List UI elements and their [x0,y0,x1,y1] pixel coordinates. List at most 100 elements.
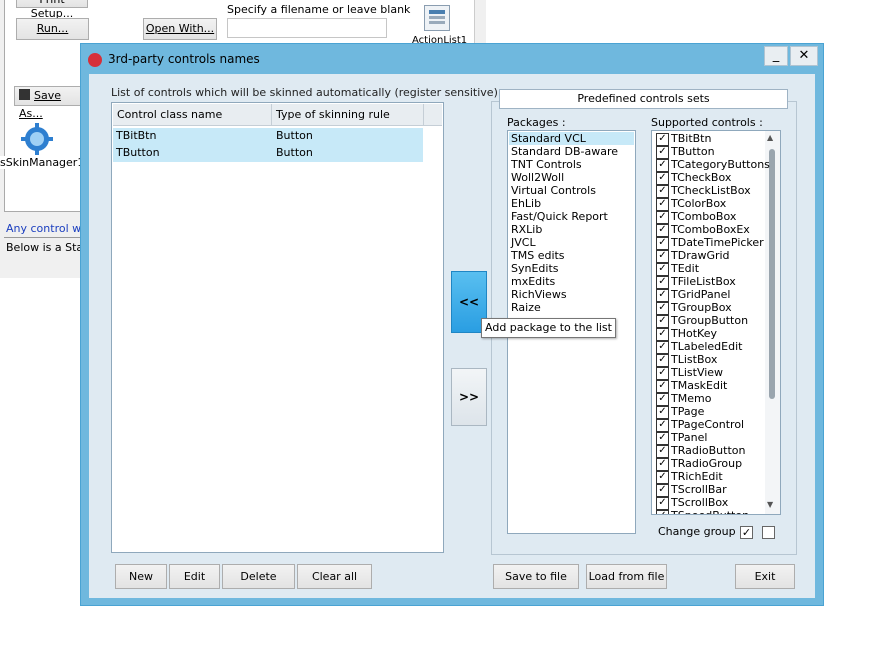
supported-item-label: TPage [671,405,705,418]
package-item[interactable]: TMS edits [509,249,634,262]
supported-scrollbar[interactable]: ▲ ▼ [765,131,780,514]
supported-item-label: TCheckBox [671,171,732,184]
background-scrollbar[interactable] [474,0,486,44]
change-group-checkbox-off[interactable] [762,526,775,539]
exit-button[interactable]: Exit [735,564,795,589]
supported-item[interactable]: ✓ TBitBtn [652,132,764,146]
supported-item[interactable]: ✓TSpeedButton [652,509,764,514]
supported-item[interactable]: ✓ TCheckBox [652,171,764,185]
skin-manager-label: sSkinManager1 [0,156,85,169]
package-item[interactable]: Virtual Controls [509,184,634,197]
supported-item[interactable]: ✓ TDrawGrid [652,249,764,263]
action-list-icon[interactable] [424,5,450,31]
supported-item-label: TPanel [671,431,708,444]
supported-item[interactable]: ✓ TPageControl [652,418,764,432]
supported-item[interactable]: ✓ TColorBox [652,197,764,211]
supported-item[interactable]: ✓ TGroupButton [652,314,764,328]
new-button[interactable]: New [115,564,167,589]
filename-hint-label: Specify a filename or leave blank [227,3,411,16]
supported-item-label: TBitBtn [671,132,712,145]
package-item[interactable]: RichViews [509,288,634,301]
supported-item[interactable]: ✓ TButton [652,145,764,159]
row-class-name: TButton [116,146,160,159]
supported-item[interactable]: ✓ TScrollBar [652,483,764,497]
supported-item[interactable]: ✓ TGroupBox [652,301,764,315]
supported-item-label: THotKey [671,327,717,340]
supported-item[interactable]: ✓ TRadioGroup [652,457,764,471]
package-item[interactable]: Standard DB-aware [509,145,634,158]
column-header-class-name[interactable]: Control class name [113,104,272,126]
package-item[interactable]: TNT Controls [509,158,634,171]
supported-item-label: TRadioButton [671,444,746,457]
controls-table[interactable]: Control class name Type of skinning rule… [111,102,444,553]
supported-item-label: TListView [671,366,724,379]
save-as-button[interactable]: Save As... [14,86,84,120]
supported-item[interactable]: ✓ TEdit [652,262,764,276]
package-item[interactable]: Fast/Quick Report [509,210,634,223]
package-item[interactable]: EhLib [509,197,634,210]
supported-controls-list[interactable]: ▲ ▼ ✓ TBitBtn ✓ TButton ✓ TCategoryButtons ✓ TC… [651,130,781,515]
package-item[interactable]: Woll2Woll [509,171,634,184]
save-to-file-button[interactable]: Save to file [493,564,579,589]
open-with-button[interactable]: Open With... [143,18,217,40]
supported-item-label: TMemo [671,392,712,405]
delete-button[interactable]: Delete [222,564,295,589]
close-button[interactable]: ✕ [790,46,818,66]
supported-item-label: TComboBoxEx [671,223,750,236]
package-item[interactable]: Standard VCL [509,132,634,145]
package-item[interactable]: RXLib [509,223,634,236]
supported-item[interactable]: ✓ TCheckListBox [652,184,764,198]
column-header-rule-type[interactable]: Type of skinning rule [272,104,424,126]
package-item[interactable]: SynEdits [509,262,634,275]
supported-item[interactable]: ✓ TCategoryButtons [652,158,770,172]
dialog-title: 3rd-party controls names [108,52,260,66]
minimize-button[interactable]: _ [764,46,788,66]
supported-item[interactable]: ✓ THotKey [652,327,764,341]
table-row[interactable]: TBitBtn Button [113,128,423,145]
supported-item[interactable]: ✓ TMemo [652,392,764,406]
supported-item-label: TColorBox [671,197,727,210]
print-setup-button[interactable]: Print Setup... [16,0,88,20]
supported-item-label: TScrollBox [671,496,729,509]
supported-item[interactable]: ✓ TComboBoxEx [652,223,764,237]
table-row[interactable]: TButton Button [113,145,423,162]
clear-all-button[interactable]: Clear all [297,564,372,589]
supported-item[interactable]: ✓ TListBox [652,353,764,367]
controls-names-dialog: 3rd-party controls names _ ✕ List of con… [80,43,824,606]
supported-item[interactable]: ✓ TComboBox [652,210,764,224]
supported-item[interactable]: ✓ TLabeledEdit [652,340,764,354]
package-item[interactable]: JVCL [509,236,634,249]
supported-item[interactable]: ✓ TGridPanel [652,288,764,302]
supported-item-label: TSpeedButton [671,509,749,514]
supported-checkbox[interactable]: ✓ [656,510,669,514]
supported-item[interactable]: ✓ TScrollBox [652,496,764,510]
package-item[interactable]: mxEdits [509,275,634,288]
supported-item[interactable]: ✓ TPage [652,405,764,419]
edit-button[interactable]: Edit [169,564,220,589]
load-from-file-button[interactable]: Load from file [586,564,667,589]
supported-item[interactable]: ✓ TDateTimePicker [652,236,764,250]
change-group-checkbox-on[interactable]: ✓ [740,526,753,539]
scroll-thumb[interactable] [769,149,775,399]
supported-item-label: TGroupButton [671,314,749,327]
supported-item[interactable]: ✓ TRadioButton [652,444,764,458]
row-rule-type: Button [276,129,313,142]
package-item[interactable]: Raize [509,301,634,314]
supported-item[interactable]: ✓ TRichEdit [652,470,764,484]
scroll-up-icon[interactable]: ▲ [767,133,773,142]
supported-item-label: TDateTimePicker [671,236,764,249]
table-header: Control class name Type of skinning rule [113,104,442,126]
floppy-icon [19,89,30,100]
supported-item-label: TDrawGrid [671,249,730,262]
remove-package-button[interactable]: >> [451,368,487,426]
supported-item[interactable]: ✓ TPanel [652,431,764,445]
supported-item-label: TRichEdit [671,470,723,483]
dialog-body: List of controls which will be skinned a… [89,74,815,598]
supported-item[interactable]: ✓ TFileListBox [652,275,764,289]
filename-input[interactable] [227,18,387,38]
supported-item[interactable]: ✓ TMaskEdit [652,379,764,393]
skin-manager-icon[interactable] [20,122,54,156]
run-button[interactable]: Run... [16,18,89,40]
supported-item[interactable]: ✓ TListView [652,366,764,380]
scroll-down-icon[interactable]: ▼ [767,500,773,509]
